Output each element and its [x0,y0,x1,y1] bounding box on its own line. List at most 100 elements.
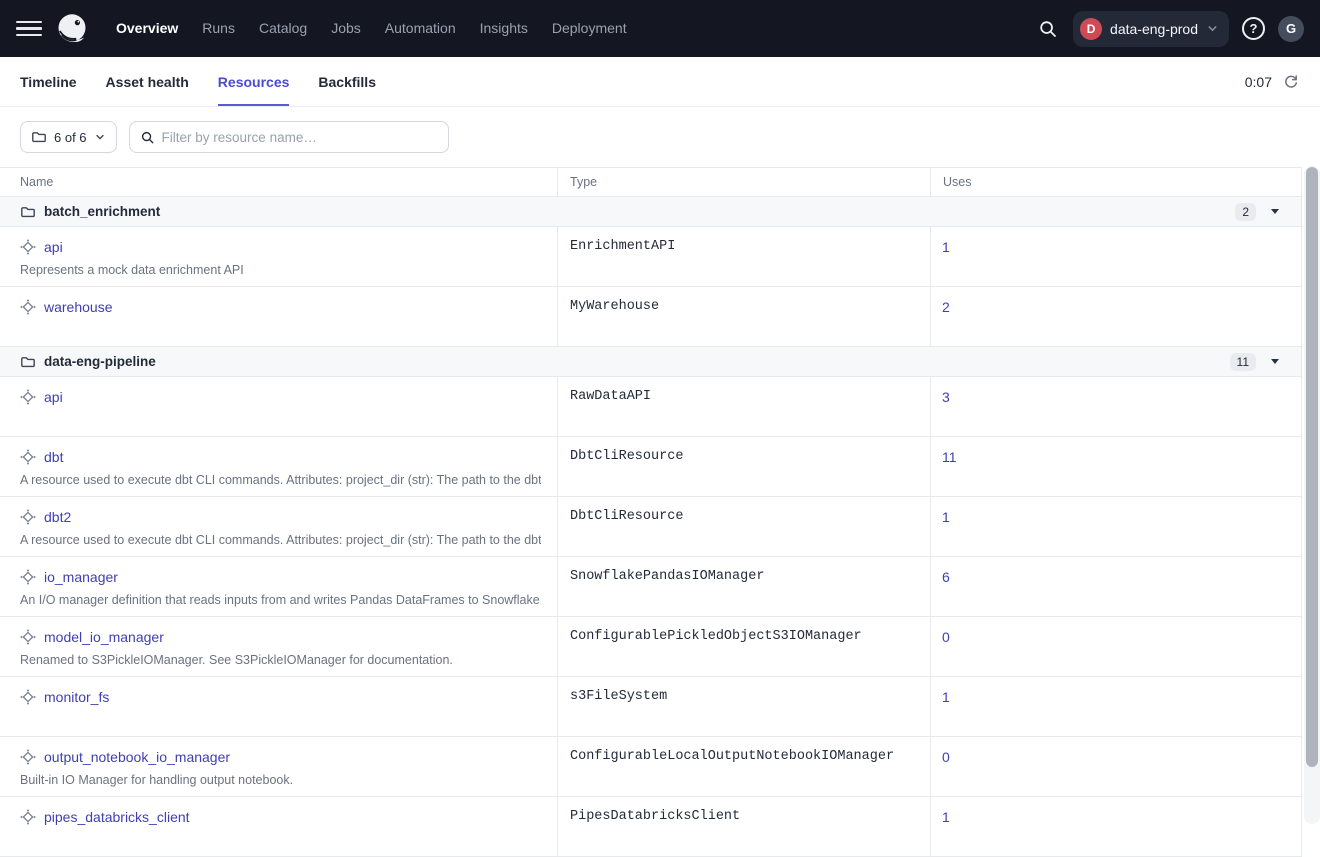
collapse-caret-icon[interactable] [1271,359,1279,364]
tab-bar: Timeline Asset health Resources Backfills 0… [0,57,1320,107]
uses-cell: 1 [930,497,1301,556]
uses-count-link[interactable]: 1 [942,239,950,255]
hamburger-menu-icon[interactable] [16,16,42,42]
uses-cell: 1 [930,677,1301,736]
nav-item-runs[interactable]: Runs [190,0,247,57]
uses-cell: 6 [930,557,1301,616]
column-header-name: Name [0,168,557,196]
resource-description: A resource used to execute dbt CLI comma… [20,533,541,547]
resource-icon [20,449,36,465]
uses-cell: 2 [930,287,1301,346]
resource-name-link[interactable]: monitor_fs [44,689,109,705]
tab-backfills[interactable]: Backfills [318,57,376,106]
resource-icon [20,389,36,405]
nav-item-overview[interactable]: Overview [104,0,190,57]
uses-cell: 11 [930,437,1301,496]
nav-item-jobs[interactable]: Jobs [319,0,373,57]
resource-name-link[interactable]: pipes_databricks_client [44,809,190,825]
group-row-batch-enrichment[interactable]: batch_enrichment 2 [0,197,1301,227]
resource-description: An I/O manager definition that reads inp… [20,593,541,607]
resource-row-model-io-manager: model_io_managerRenamed to S3PickleIOMan… [0,617,1301,677]
chevron-down-icon [1206,22,1219,35]
scrollbar-thumb[interactable] [1306,167,1318,767]
name-cell: dbtA resource used to execute dbt CLI co… [0,437,557,496]
resource-name-link[interactable]: api [44,389,63,405]
uses-count-link[interactable]: 1 [942,809,950,825]
type-cell: DbtCliResource [557,437,930,496]
folder-icon [31,129,47,145]
resource-row-dbt2: dbt2 A resource used to execute dbt CLI c… [0,497,1301,557]
resource-name-link[interactable]: output_notebook_io_manager [44,749,230,765]
uses-cell: 1 [930,227,1301,286]
uses-cell: 3 [930,377,1301,436]
uses-cell: 1 [930,797,1301,856]
uses-count-link[interactable]: 3 [942,389,950,405]
type-cell: s3FileSystem [557,677,930,736]
top-nav: OverviewRunsCatalogJobsAutomationInsight… [0,0,1320,57]
resource-row-monitor-fs: monitor_fs s3FileSystem 1 [0,677,1301,737]
user-avatar[interactable]: G [1278,16,1304,42]
group-filter-button[interactable]: 6 of 6 [20,121,117,153]
tab-timeline[interactable]: Timeline [20,57,77,106]
resource-row-dbt: dbtA resource used to execute dbt CLI co… [0,437,1301,497]
name-cell: monitor_fs [0,677,557,736]
resource-description: Represents a mock data enrichment API [20,263,541,277]
uses-count-link[interactable]: 0 [942,629,950,645]
tab-resources[interactable]: Resources [218,57,290,106]
name-cell: output_notebook_io_manager Built-in IO Ma… [0,737,557,796]
resource-row-output-notebook-io-manager: output_notebook_io_manager Built-in IO Ma… [0,737,1301,797]
refresh-countdown: 0:07 [1245,74,1272,90]
group-row-data-eng-pipeline[interactable]: data-eng-pipeline11 [0,347,1301,377]
refresh-icon[interactable] [1282,73,1300,91]
resource-name-link[interactable]: model_io_manager [44,629,164,645]
name-cell: model_io_managerRenamed to S3PickleIOMan… [0,617,557,676]
collapse-caret-icon[interactable] [1271,209,1279,214]
type-cell: PipesDatabricksClient [557,797,930,856]
resource-row-api: api Represents a mock data enrichment API… [0,227,1301,287]
group-label: batch_enrichment [44,204,160,219]
type-cell: SnowflakePandasIOManager [557,557,930,616]
resource-name-link[interactable]: dbt2 [44,509,71,525]
resource-name-link[interactable]: dbt [44,449,63,465]
resource-icon [20,569,36,585]
resource-search-field [129,121,449,153]
uses-cell: 0 [930,617,1301,676]
resource-name-link[interactable]: api [44,239,63,255]
tabs: Timeline Asset health Resources Backfills [20,57,405,106]
group-count-badge: 2 [1235,203,1256,221]
resource-icon [20,239,36,255]
nav-item-automation[interactable]: Automation [373,0,468,57]
type-cell: RawDataAPI [557,377,930,436]
search-icon[interactable] [1036,17,1060,41]
uses-count-link[interactable]: 0 [942,749,950,765]
resource-name-link[interactable]: io_manager [44,569,118,585]
resource-icon [20,299,36,315]
resource-description: Built-in IO Manager for handling output … [20,773,541,787]
nav-item-catalog[interactable]: Catalog [247,0,319,57]
uses-count-link[interactable]: 2 [942,299,950,315]
nav-item-deployment[interactable]: Deployment [540,0,639,57]
uses-count-link[interactable]: 1 [942,689,950,705]
nav-item-insights[interactable]: Insights [468,0,540,57]
name-cell: api Represents a mock data enrichment API [0,227,557,286]
deployment-switcher[interactable]: D data-eng-prod [1073,11,1229,47]
folder-icon [20,204,36,220]
resource-name-link[interactable]: warehouse [44,299,113,315]
table-header: Name Type Uses [0,168,1301,197]
filter-toolbar: 6 of 6 [0,107,1320,167]
dagster-logo-icon[interactable] [54,11,90,47]
resource-search-input[interactable] [162,130,438,145]
table-body: batch_enrichment 2 api Represents a mock da… [0,197,1301,857]
help-icon[interactable]: ? [1242,17,1265,40]
type-cell: DbtCliResource [557,497,930,556]
resource-row-io-manager: io_manager An I/O manager definition that… [0,557,1301,617]
uses-count-link[interactable]: 11 [942,449,957,465]
uses-count-link[interactable]: 1 [942,509,950,525]
uses-count-link[interactable]: 6 [942,569,950,585]
name-cell: io_manager An I/O manager definition that… [0,557,557,616]
column-header-type: Type [557,168,930,196]
tab-asset-health[interactable]: Asset health [106,57,189,106]
resource-icon [20,629,36,645]
name-cell: pipes_databricks_client [0,797,557,856]
group-filter-label: 6 of 6 [54,130,87,145]
